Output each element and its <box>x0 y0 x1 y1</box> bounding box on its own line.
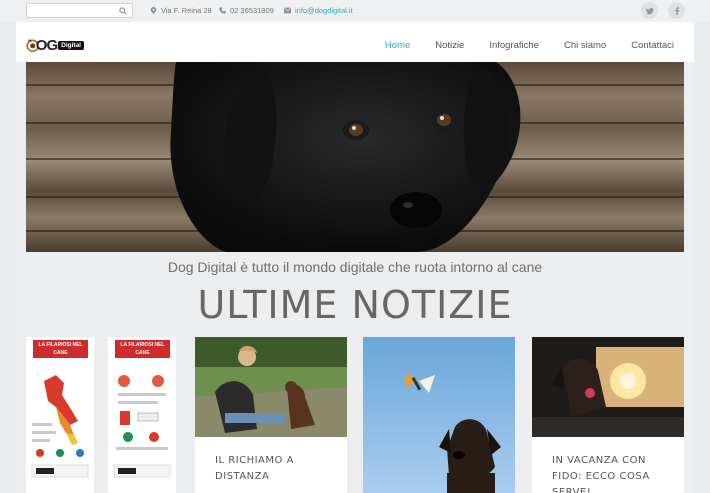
search-input[interactable] <box>27 8 115 21</box>
nav-chi-siamo[interactable]: Chi siamo <box>564 40 606 51</box>
site-logo[interactable]: OG Digital <box>26 34 84 56</box>
nav-contattaci[interactable]: Contattaci <box>631 40 674 51</box>
hero-image <box>26 62 684 252</box>
card-image-dog-in-car <box>532 337 684 437</box>
phone-icon <box>219 7 226 14</box>
nav-notizie[interactable]: Notizie <box>435 40 464 51</box>
address-text: Via F. Reina 28 <box>161 6 212 15</box>
email-link[interactable]: info@dogdigital.it <box>295 6 353 15</box>
twitter-icon[interactable] <box>641 2 658 19</box>
infographic-mosquito-image <box>113 375 171 478</box>
address-info: Via F. Reina 28 <box>150 6 212 15</box>
news-card[interactable]: IN VACANZA CON FIDO: ECCO COSA SERVE! <box>532 337 684 493</box>
infographic-header: LA FILARIOSI NEL CANE <box>115 340 170 358</box>
news-card[interactable]: IL RICHIAMO A DISTANZA <box>195 337 347 493</box>
phone-info: 02 36531809 <box>219 6 274 15</box>
card-image-woman-with-dog <box>195 337 347 437</box>
email-info[interactable]: info@dogdigital.it <box>284 6 353 15</box>
card-title[interactable]: IN VACANZA CON FIDO: ECCO COSA SERVE! <box>552 453 672 493</box>
facebook-icon[interactable] <box>668 2 685 19</box>
black-puppy-image <box>170 62 521 252</box>
logo-text: OG <box>35 36 58 54</box>
nav-infografiche[interactable]: Infografiche <box>489 40 539 51</box>
card-image-dog-with-butterfly <box>363 337 515 493</box>
infographic-sheet[interactable]: LA FILARIOSI NEL CANE <box>108 337 176 493</box>
top-bar: Via F. Reina 28 02 36531809 info@dogdigi… <box>0 0 710 22</box>
main-nav: Home Notizie Infografiche Chi siamo Cont… <box>360 40 674 51</box>
envelope-icon <box>284 7 291 14</box>
news-card[interactable] <box>363 337 515 493</box>
site-header: OG Digital Home Notizie Infografiche Chi… <box>16 22 694 62</box>
search-box[interactable] <box>26 3 133 21</box>
phone-text: 02 36531809 <box>230 6 274 15</box>
nav-home[interactable]: Home <box>385 40 410 51</box>
section-title: ULTIME NOTIZIE <box>197 283 513 327</box>
infographic-sheet[interactable]: LA FILARIOSI NEL CANE <box>26 337 94 493</box>
infographic-map-image <box>31 375 89 478</box>
logo-badge: Digital <box>58 40 84 50</box>
hero-tagline: Dog Digital è tutto il mondo digitale ch… <box>167 259 543 275</box>
map-pin-icon <box>150 7 157 14</box>
card-title[interactable]: IL RICHIAMO A DISTANZA <box>215 453 335 485</box>
infographic-header: LA FILARIOSI NEL CANE <box>33 340 88 358</box>
search-icon[interactable] <box>119 7 127 15</box>
news-card-infographic[interactable]: LA FILARIOSI NEL CANE LA FILARIOSI NEL C… <box>26 337 178 493</box>
